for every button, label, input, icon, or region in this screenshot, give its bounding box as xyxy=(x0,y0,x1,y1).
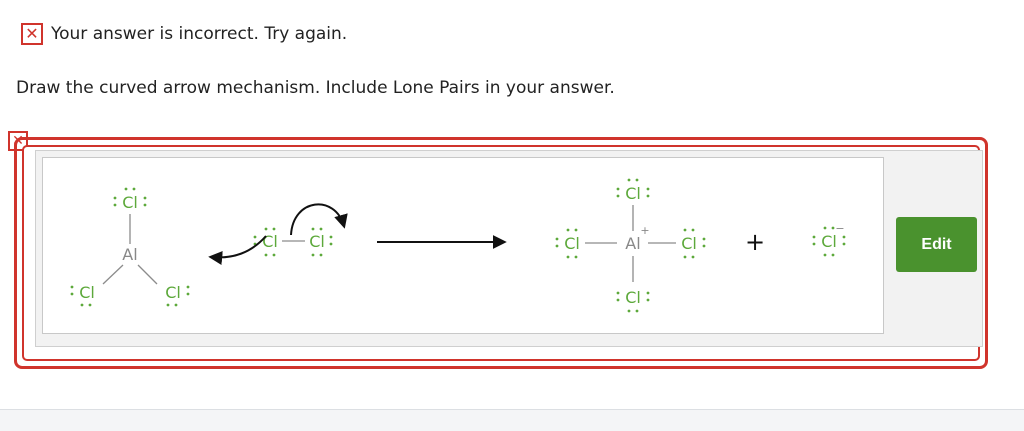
feedback-text: Your answer is incorrect. Try again. xyxy=(51,24,348,44)
question-instructions: Draw the curved arrow mechanism. Include… xyxy=(16,78,615,98)
charge-label: + xyxy=(640,224,649,237)
reactant-cl2: Cl Cl xyxy=(253,227,333,257)
red-x-icon: ✕ xyxy=(21,23,43,45)
atom-al: Al xyxy=(625,234,640,253)
atom-cl: Cl xyxy=(564,234,580,253)
atom-cl: Cl xyxy=(681,234,697,253)
curved-arrow-icon xyxy=(290,203,348,236)
curved-arrow-icon xyxy=(208,235,267,265)
atom-cl: Cl xyxy=(165,283,181,302)
atom-cl: Cl xyxy=(122,193,138,212)
product-alcl4: Al + Cl Cl Cl Cl xyxy=(555,178,706,313)
atom-cl: Cl xyxy=(262,232,278,251)
edit-button[interactable]: Edit xyxy=(896,217,977,272)
atom-cl: Cl xyxy=(625,184,641,203)
charge-label: − xyxy=(835,222,844,235)
atom-cl: Cl xyxy=(309,232,325,251)
answer-inner-frame: Al Cl Cl Cl Cl Cl Al + Cl Cl Cl Cl + Cl … xyxy=(22,145,983,361)
bottom-bar xyxy=(0,410,1024,431)
drawing-canvas[interactable]: Al Cl Cl Cl Cl Cl Al + Cl Cl Cl Cl + Cl … xyxy=(42,157,884,334)
product-chloride: Cl − xyxy=(812,222,846,257)
atom-al: Al xyxy=(122,245,137,264)
drawing-panel: Al Cl Cl Cl Cl Cl Al + Cl Cl Cl Cl + Cl … xyxy=(35,150,983,347)
answer-frame: Al Cl Cl Cl Cl Cl Al + Cl Cl Cl Cl + Cl … xyxy=(14,137,988,369)
feedback-message: ✕ Your answer is incorrect. Try again. xyxy=(21,21,347,47)
reactant-alcl3: Al Cl Cl Cl xyxy=(70,187,190,307)
mechanism-drawing: Al Cl Cl Cl Cl Cl Al + Cl Cl Cl Cl + Cl … xyxy=(70,178,846,313)
atom-cl: Cl xyxy=(625,288,641,307)
plus-sign: + xyxy=(745,228,765,256)
atom-cl: Cl xyxy=(79,283,95,302)
